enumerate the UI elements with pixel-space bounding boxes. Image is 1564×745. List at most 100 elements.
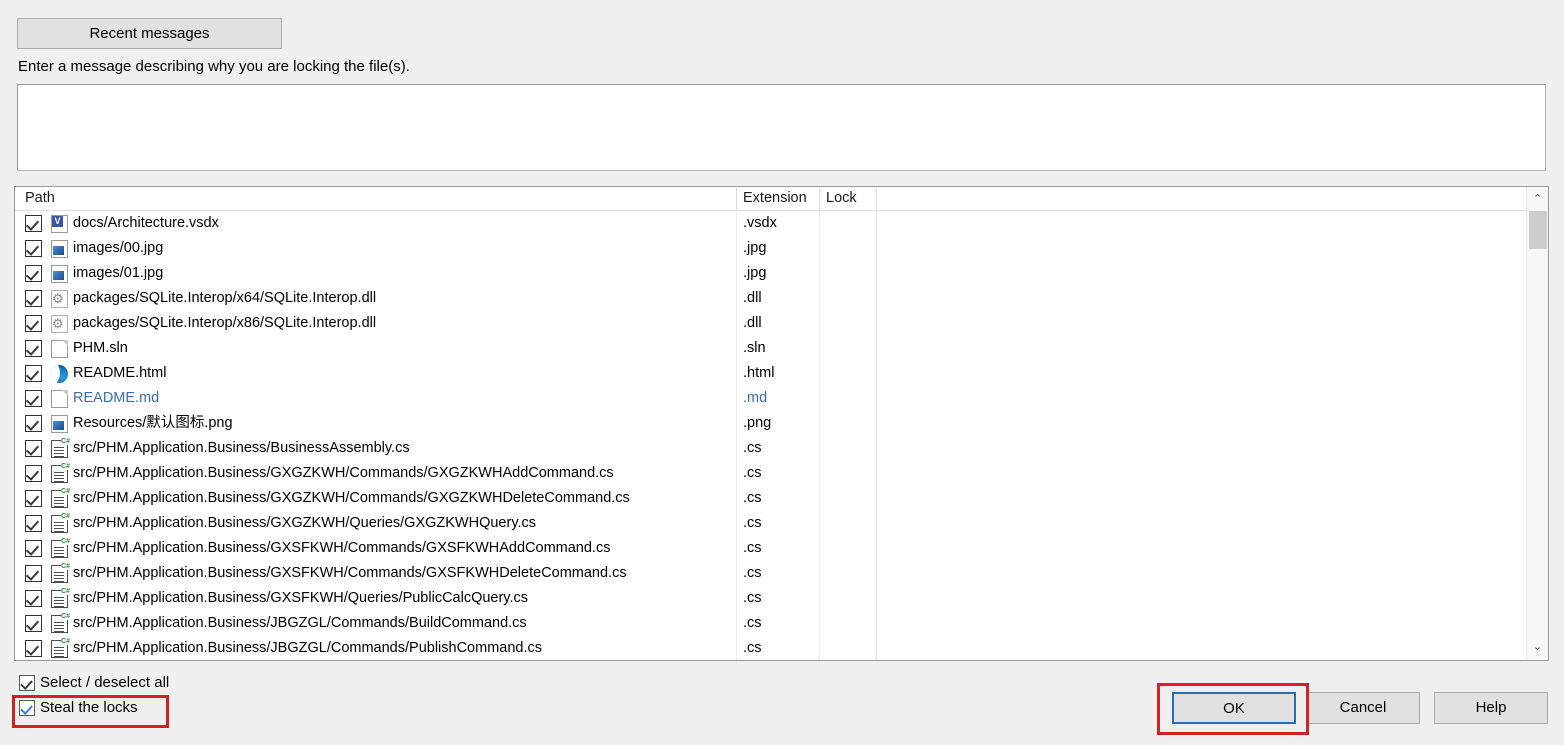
row-checkbox[interactable] [25, 340, 42, 357]
row-extension: .html [743, 365, 775, 381]
file-list-rows: docs/Architecture.vsdx .vsdx images/00.jpg… [15, 211, 1526, 660]
row-checkbox[interactable] [25, 465, 42, 482]
row-checkbox[interactable] [25, 240, 42, 257]
image-file-icon [51, 415, 68, 433]
row-extension: .jpg [743, 240, 767, 256]
row-path: packages/SQLite.Interop/x86/SQLite.Inter… [73, 315, 377, 331]
scroll-up-icon[interactable]: ⌃ [1527, 189, 1548, 210]
table-row[interactable]: src/PHM.Application.Business/GXGZKWH/Que… [15, 511, 1526, 536]
row-checkbox[interactable] [25, 540, 42, 557]
image-file-icon [51, 240, 68, 258]
row-path: images/01.jpg [73, 265, 164, 281]
table-row[interactable]: src/PHM.Application.Business/JBGZGL/Comm… [15, 611, 1526, 636]
dll-file-icon [51, 290, 68, 308]
row-checkbox[interactable] [25, 390, 42, 407]
row-path: src/PHM.Application.Business/GXGZKWH/Que… [73, 515, 537, 531]
row-checkbox[interactable] [25, 515, 42, 532]
lock-message-input[interactable] [17, 84, 1546, 171]
table-row[interactable]: src/PHM.Application.Business/GXSFKWH/Com… [15, 561, 1526, 586]
recent-messages-button[interactable]: Recent messages [17, 18, 282, 49]
table-row[interactable]: src/PHM.Application.Business/GXGZKWH/Com… [15, 486, 1526, 511]
table-row[interactable]: src/PHM.Application.Business/GXGZKWH/Com… [15, 461, 1526, 486]
row-checkbox[interactable] [25, 615, 42, 632]
row-checkbox[interactable] [25, 490, 42, 507]
csharp-file-icon [51, 463, 70, 483]
row-extension: .cs [743, 615, 762, 631]
row-checkbox[interactable] [25, 640, 42, 657]
row-checkbox[interactable] [25, 215, 42, 232]
help-button[interactable]: Help [1434, 692, 1548, 724]
row-extension: .cs [743, 640, 762, 656]
cancel-button[interactable]: Cancel [1306, 692, 1420, 724]
row-path: src/PHM.Application.Business/JBGZGL/Comm… [73, 615, 527, 631]
column-header-path[interactable]: Path [19, 187, 735, 210]
table-row[interactable]: PHM.sln .sln [15, 336, 1526, 361]
generic-file-icon [51, 390, 68, 408]
row-extension: .cs [743, 565, 762, 581]
row-path: Resources/默认图标.png [73, 415, 233, 431]
row-extension: .cs [743, 515, 762, 531]
table-row[interactable]: src/PHM.Application.Business/JBGZGL/Comm… [15, 636, 1526, 660]
table-row[interactable]: images/01.jpg .jpg [15, 261, 1526, 286]
header-separator [876, 188, 877, 210]
steal-the-locks-label: Steal the locks [40, 699, 138, 716]
table-row[interactable]: images/00.jpg .jpg [15, 236, 1526, 261]
row-path: packages/SQLite.Interop/x64/SQLite.Inter… [73, 290, 377, 306]
row-checkbox[interactable] [25, 440, 42, 457]
table-row[interactable]: docs/Architecture.vsdx .vsdx [15, 211, 1526, 236]
csharp-file-icon [51, 538, 70, 558]
row-extension: .cs [743, 490, 762, 506]
select-deselect-all-label: Select / deselect all [40, 674, 170, 691]
row-path: docs/Architecture.vsdx [73, 215, 219, 231]
file-list-header: Path Extension Lock [15, 187, 1548, 211]
table-row[interactable]: src/PHM.Application.Business/GXSFKWH/Que… [15, 586, 1526, 611]
table-row[interactable]: packages/SQLite.Interop/x64/SQLite.Inter… [15, 286, 1526, 311]
ok-button[interactable]: OK [1172, 692, 1296, 724]
checkbox-box [19, 675, 35, 691]
column-header-lock[interactable]: Lock [820, 187, 875, 210]
csharp-file-icon [51, 488, 70, 508]
scrollbar-thumb[interactable] [1529, 211, 1547, 249]
dll-file-icon [51, 315, 68, 333]
row-checkbox[interactable] [25, 565, 42, 582]
row-checkbox[interactable] [25, 290, 42, 307]
row-path: src/PHM.Application.Business/GXGZKWH/Com… [73, 465, 614, 481]
table-row[interactable]: src/PHM.Application.Business/BusinessAss… [15, 436, 1526, 461]
table-row[interactable]: src/PHM.Application.Business/GXSFKWH/Com… [15, 536, 1526, 561]
table-row[interactable]: README.html .html [15, 361, 1526, 386]
csharp-file-icon [51, 638, 70, 658]
generic-file-icon [51, 340, 68, 358]
scroll-down-icon[interactable]: ⌄ [1527, 637, 1548, 658]
row-extension: .cs [743, 440, 762, 456]
row-extension: .md [743, 390, 768, 406]
row-path: src/PHM.Application.Business/GXGZKWH/Com… [73, 490, 630, 506]
row-extension: .jpg [743, 265, 767, 281]
row-path: src/PHM.Application.Business/GXSFKWH/Com… [73, 565, 627, 581]
csharp-file-icon [51, 438, 70, 458]
checkbox-box [19, 700, 35, 716]
table-row[interactable]: Resources/默认图标.png .png [15, 411, 1526, 436]
image-file-icon [51, 265, 68, 283]
edge-browser-icon [51, 365, 68, 383]
row-checkbox[interactable] [25, 265, 42, 282]
row-path: PHM.sln [73, 340, 128, 356]
row-path: src/PHM.Application.Business/GXSFKWH/Que… [73, 590, 529, 606]
csharp-file-icon [51, 588, 70, 608]
row-checkbox[interactable] [25, 590, 42, 607]
row-extension: .dll [743, 290, 762, 306]
row-checkbox[interactable] [25, 365, 42, 382]
row-extension: .dll [743, 315, 762, 331]
csharp-file-icon [51, 563, 70, 583]
csharp-file-icon [51, 513, 70, 533]
row-path: src/PHM.Application.Business/BusinessAss… [73, 440, 410, 456]
table-row[interactable]: README.md .md [15, 386, 1526, 411]
file-list-scrollbar[interactable]: ⌃ ⌄ [1526, 187, 1548, 660]
row-path: README.md [73, 390, 160, 406]
row-path: README.html [73, 365, 167, 381]
row-checkbox[interactable] [25, 415, 42, 432]
column-header-extension[interactable]: Extension [737, 187, 817, 210]
row-path: src/PHM.Application.Business/JBGZGL/Comm… [73, 640, 542, 656]
table-row[interactable]: packages/SQLite.Interop/x86/SQLite.Inter… [15, 311, 1526, 336]
row-extension: .cs [743, 465, 762, 481]
row-checkbox[interactable] [25, 315, 42, 332]
